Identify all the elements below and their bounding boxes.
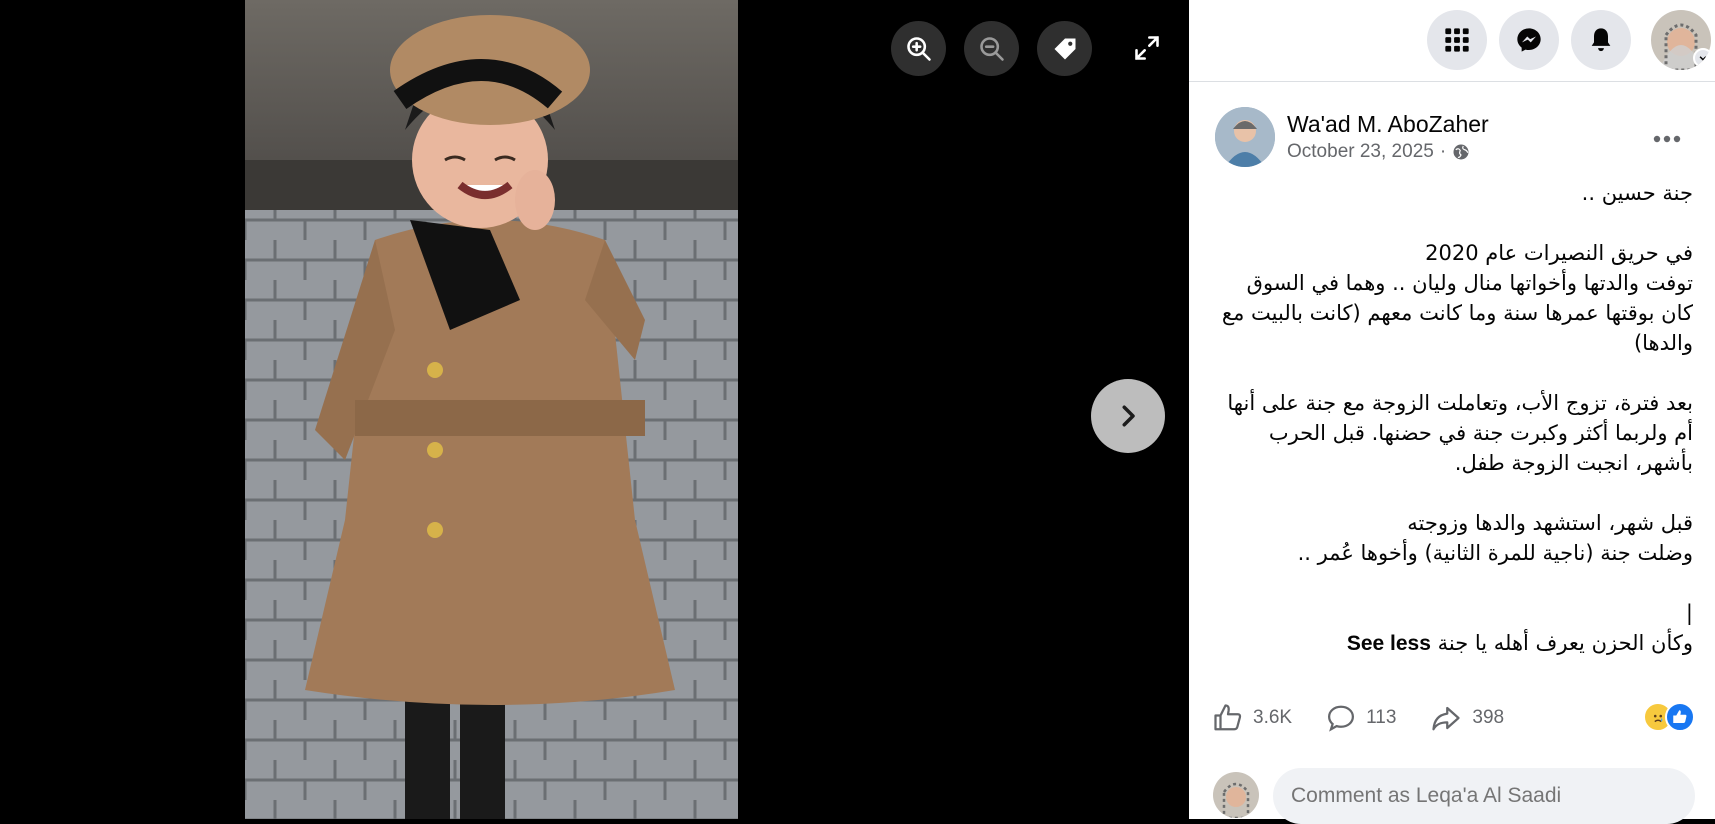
- photo-viewer: [0, 0, 1189, 819]
- like-reaction-icon: [1665, 702, 1695, 732]
- zoom-out-button[interactable]: [964, 21, 1019, 76]
- post-date[interactable]: October 23, 2025: [1287, 141, 1434, 163]
- text-line: وضلت جنة (ناجية للمرة الثانية) وأخوها عُ…: [1297, 541, 1693, 565]
- comment-icon: [1328, 705, 1355, 732]
- share-icon: [1432, 706, 1461, 731]
- paragraph: في حريق النصيرات عام 2020 توفت والدتها و…: [1209, 238, 1693, 358]
- account-avatar-button[interactable]: [1651, 10, 1711, 70]
- paragraph: قبل شهر، استشهد والدها وزوجته وضلت جنة (…: [1209, 508, 1693, 568]
- commenter-avatar[interactable]: [1213, 772, 1259, 818]
- text-line: في حريق النصيرات عام 2020: [1425, 241, 1693, 265]
- share-button[interactable]: 398: [1430, 703, 1504, 733]
- reaction-summary[interactable]: [1643, 702, 1695, 732]
- text-line: بعد فترة، تزوج الأب، وتعاملت الزوجة مع ج…: [1227, 391, 1693, 475]
- post-side-panel: Wa'ad M. AboZaher October 23, 2025 · جنة…: [1189, 0, 1715, 824]
- text-line: |: [1685, 601, 1693, 625]
- text-line: جنة حسين ..: [1581, 181, 1693, 205]
- fullscreen-button[interactable]: [1129, 30, 1165, 66]
- menu-button[interactable]: [1427, 10, 1487, 70]
- tag-photo-button[interactable]: [1037, 21, 1092, 76]
- text-line: قبل شهر، استشهد والدها وزوجته: [1407, 511, 1693, 535]
- more-options-icon: [1653, 135, 1681, 143]
- fullscreen-icon: [1135, 36, 1159, 60]
- like-button[interactable]: 3.6K: [1213, 703, 1292, 733]
- like-count: 3.6K: [1253, 707, 1293, 728]
- paragraph: وكأن الحزن يعرف أهله يا جنة See less: [1209, 628, 1693, 659]
- author-avatar[interactable]: [1215, 107, 1275, 167]
- comment-composer: [1213, 768, 1695, 824]
- text-line: توفت والدتها وأخواتها منال وليان .. وهما…: [1246, 271, 1693, 295]
- notifications-button[interactable]: [1571, 10, 1631, 70]
- messenger-button[interactable]: [1499, 10, 1559, 70]
- see-less-link[interactable]: See less: [1347, 632, 1431, 655]
- zoom-out-icon: [979, 36, 1004, 61]
- post-actions: 3.6K 113 398: [1213, 698, 1695, 738]
- paragraph: جنة حسين ..: [1209, 178, 1693, 208]
- paragraph: بعد فترة، تزوج الأب، وتعاملت الزوجة مع ج…: [1209, 388, 1693, 478]
- zoom-in-button[interactable]: [891, 21, 946, 76]
- bell-icon: [1591, 28, 1611, 52]
- paragraph: |: [1209, 598, 1693, 628]
- share-count: 398: [1472, 707, 1505, 728]
- meta-separator: ·: [1439, 141, 1447, 162]
- chevron-down-icon: [1693, 48, 1711, 68]
- comment-count: 113: [1366, 707, 1397, 728]
- post-meta: October 23, 2025 ·: [1287, 141, 1470, 163]
- text-line: كان بوقتها عمرها سنة وما كانت معهم (كانت…: [1221, 301, 1693, 355]
- messenger-icon: [1517, 28, 1541, 52]
- comment-input[interactable]: [1273, 768, 1695, 824]
- post-photo: [245, 0, 738, 819]
- comment-button[interactable]: 113: [1326, 703, 1396, 733]
- top-navigation: [1189, 0, 1715, 82]
- next-photo-button[interactable]: [1091, 379, 1165, 453]
- grid-menu-icon: [1445, 28, 1469, 52]
- like-icon: [1214, 704, 1242, 731]
- globe-icon: [1453, 144, 1469, 160]
- text-line: وكأن الحزن يعرف أهله يا جنة: [1437, 631, 1693, 655]
- chevron-right-icon: [1122, 405, 1135, 427]
- post-options-button[interactable]: [1649, 121, 1685, 157]
- zoom-in-icon: [906, 36, 931, 61]
- post-body: جنة حسين .. في حريق النصيرات عام 2020 تو…: [1209, 178, 1693, 659]
- tag-icon: [1054, 38, 1075, 59]
- author-name[interactable]: Wa'ad M. AboZaher: [1287, 111, 1489, 138]
- post-header: Wa'ad M. AboZaher October 23, 2025 ·: [1215, 107, 1695, 169]
